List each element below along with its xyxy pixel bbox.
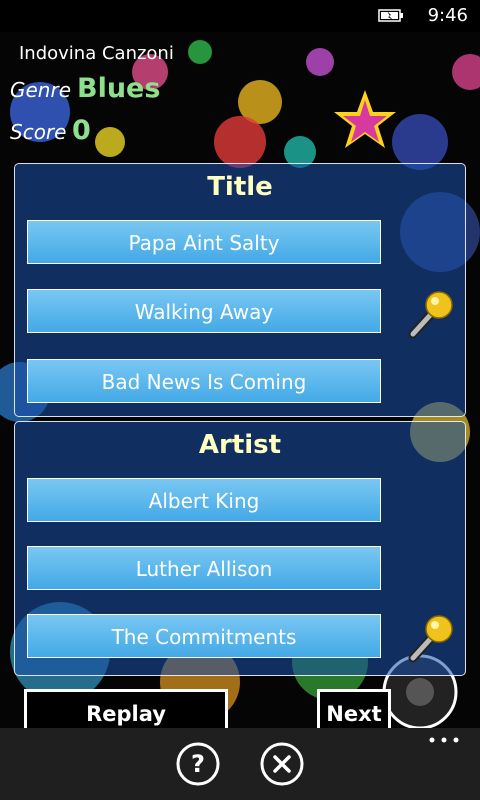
more-icon[interactable]	[428, 734, 460, 746]
genre-label: Genre	[10, 78, 72, 102]
microphone-icon[interactable]	[405, 288, 457, 340]
app-bar: ?	[0, 728, 480, 800]
title-panel: Title Papa Aint Salty Walking Away Bad N…	[14, 163, 466, 417]
score-label: Score	[10, 120, 67, 144]
genre-value: Blues	[77, 73, 161, 104]
artist-choice-1[interactable]: Albert King	[27, 478, 381, 522]
replay-button[interactable]: Replay	[24, 689, 228, 731]
title-heading: Title	[207, 172, 273, 202]
status-bar: 9:46	[0, 0, 480, 32]
score-value: 0	[72, 115, 91, 146]
title-choice-1[interactable]: Papa Aint Salty	[27, 220, 381, 264]
artist-panel: Artist Albert King Luther Allison The Co…	[14, 421, 466, 676]
microphone-icon[interactable]	[405, 612, 457, 664]
title-choice-2[interactable]: Walking Away	[27, 289, 381, 333]
app-title: Indovina Canzoni	[19, 43, 174, 64]
close-icon[interactable]	[260, 742, 304, 786]
next-button[interactable]: Next	[317, 689, 391, 731]
svg-text:?: ?	[191, 750, 205, 778]
battery-charging-icon	[378, 9, 403, 22]
artist-choice-2[interactable]: Luther Allison	[27, 546, 381, 590]
title-choice-3[interactable]: Bad News Is Coming	[27, 359, 381, 403]
artist-choice-3[interactable]: The Commitments	[27, 614, 381, 658]
clock: 9:46	[427, 5, 468, 26]
artist-heading: Artist	[198, 430, 282, 460]
help-icon[interactable]: ?	[176, 742, 220, 786]
